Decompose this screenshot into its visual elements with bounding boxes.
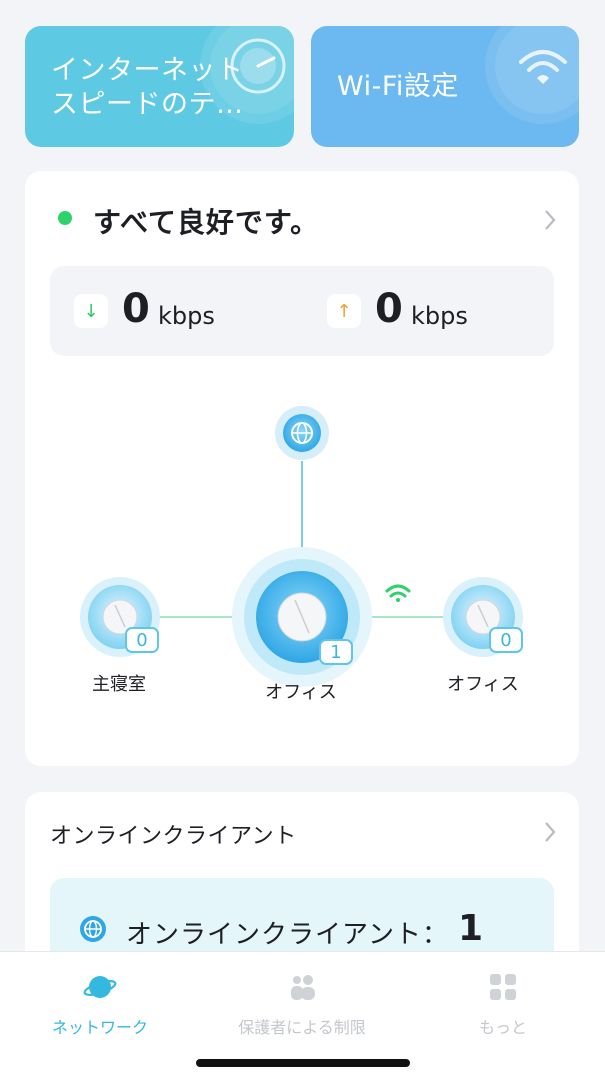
tab-parental-controls[interactable]: 保護者による制限 bbox=[212, 970, 392, 1038]
speed-test-label: インターネット スピードのテ… bbox=[51, 55, 244, 120]
home-indicator bbox=[196, 1059, 410, 1067]
wifi-signal-icon bbox=[385, 584, 411, 602]
planet-icon bbox=[83, 976, 117, 998]
upload-unit: kbps bbox=[411, 302, 468, 330]
node-left-name: 主寝室 bbox=[92, 674, 146, 695]
globe-icon bbox=[80, 916, 106, 942]
upload-arrow-icon: ↑ bbox=[327, 294, 361, 328]
chevron-right-icon[interactable] bbox=[543, 821, 557, 843]
node-left-client-count: 0 bbox=[125, 627, 159, 653]
clients-label: オンラインクライアント： bbox=[126, 920, 449, 950]
node-center-client-count: 1 bbox=[319, 639, 353, 665]
tab-parental-label: 保護者による制限 bbox=[238, 1018, 366, 1037]
download-unit: kbps bbox=[158, 302, 215, 330]
tab-more-label: もっと bbox=[478, 1018, 527, 1037]
tab-network[interactable]: ネットワーク bbox=[10, 970, 190, 1038]
upload-value: 0 bbox=[375, 286, 403, 332]
node-right-client-count: 0 bbox=[489, 627, 523, 653]
node-right-name: オフィス bbox=[447, 674, 519, 695]
speed-test-tile[interactable]: インターネット スピードのテ… bbox=[25, 26, 294, 147]
download-value: 0 bbox=[122, 286, 150, 332]
download-arrow-icon: ↓ bbox=[74, 294, 108, 328]
globe-icon[interactable] bbox=[275, 406, 329, 460]
tab-more[interactable]: もっと bbox=[413, 970, 593, 1038]
wifi-settings-label: Wi-Fi設定 bbox=[337, 71, 459, 102]
node-center-router-icon[interactable] bbox=[232, 547, 372, 687]
network-topology: 0 1 0 主寝室 オフィス オフィス bbox=[25, 371, 579, 751]
chevron-right-icon[interactable] bbox=[543, 209, 557, 231]
network-status-card: すべて良好です。 ↓ 0 kbps ↑ 0 kbps 0 1 0 主寝室 オフィ… bbox=[25, 171, 579, 766]
speed-summary: ↓ 0 kbps ↑ 0 kbps bbox=[50, 266, 554, 356]
family-icon bbox=[291, 975, 315, 1000]
grid-icon bbox=[490, 974, 516, 1000]
clients-title: オンラインクライアント bbox=[50, 824, 297, 849]
node-center-name: オフィス bbox=[265, 682, 337, 703]
tab-network-label: ネットワーク bbox=[51, 1018, 148, 1037]
wifi-settings-tile[interactable]: Wi-Fi設定 bbox=[311, 26, 579, 147]
clients-count: 1 bbox=[458, 908, 484, 949]
status-text[interactable]: すべて良好です。 bbox=[93, 201, 319, 241]
status-dot bbox=[58, 211, 72, 225]
